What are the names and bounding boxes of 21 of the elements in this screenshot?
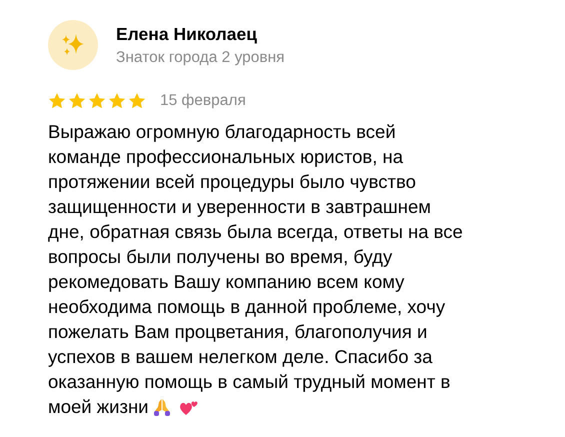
review-date: 15 февраля	[160, 92, 246, 110]
review-text-line: вопросы были получены во время, буду	[48, 245, 392, 269]
praying-hands-icon	[152, 398, 171, 416]
author-name: Елена Николаец	[116, 24, 258, 44]
review-text-line: оказанную помощь в самый трудный момент в	[48, 370, 450, 394]
review-text-line: успехов в вашем нелегком деле. Спасибо за	[48, 345, 432, 369]
star-icon	[128, 92, 146, 110]
review-text-line: команде профессиональных юристов, на	[48, 145, 404, 169]
review-text-line: пожелать Вам процветания, благополучия и	[48, 320, 428, 344]
review-text-line: моей жизни	[48, 395, 149, 419]
star-icon	[48, 92, 66, 110]
review-text-line: Выражаю огромную благодарность всей	[48, 120, 396, 144]
review-text-line: необходима помощь в данной проблеме, хочу	[48, 295, 446, 319]
star-icon	[68, 92, 86, 110]
review-text-line: защищенности и уверенности в завтрашнем	[48, 195, 431, 219]
author-level: Знаток города 2 уровня	[116, 48, 285, 66]
star-icon	[88, 92, 106, 110]
review-text-line: рекомедовать Вашу компанию всем кому	[48, 270, 404, 294]
review-text-line: протяжении всей процедуры было чувство	[48, 170, 416, 194]
star-icon	[108, 92, 126, 110]
review-text-line: дне, обратная связь была всегда, ответы на все	[48, 220, 463, 244]
